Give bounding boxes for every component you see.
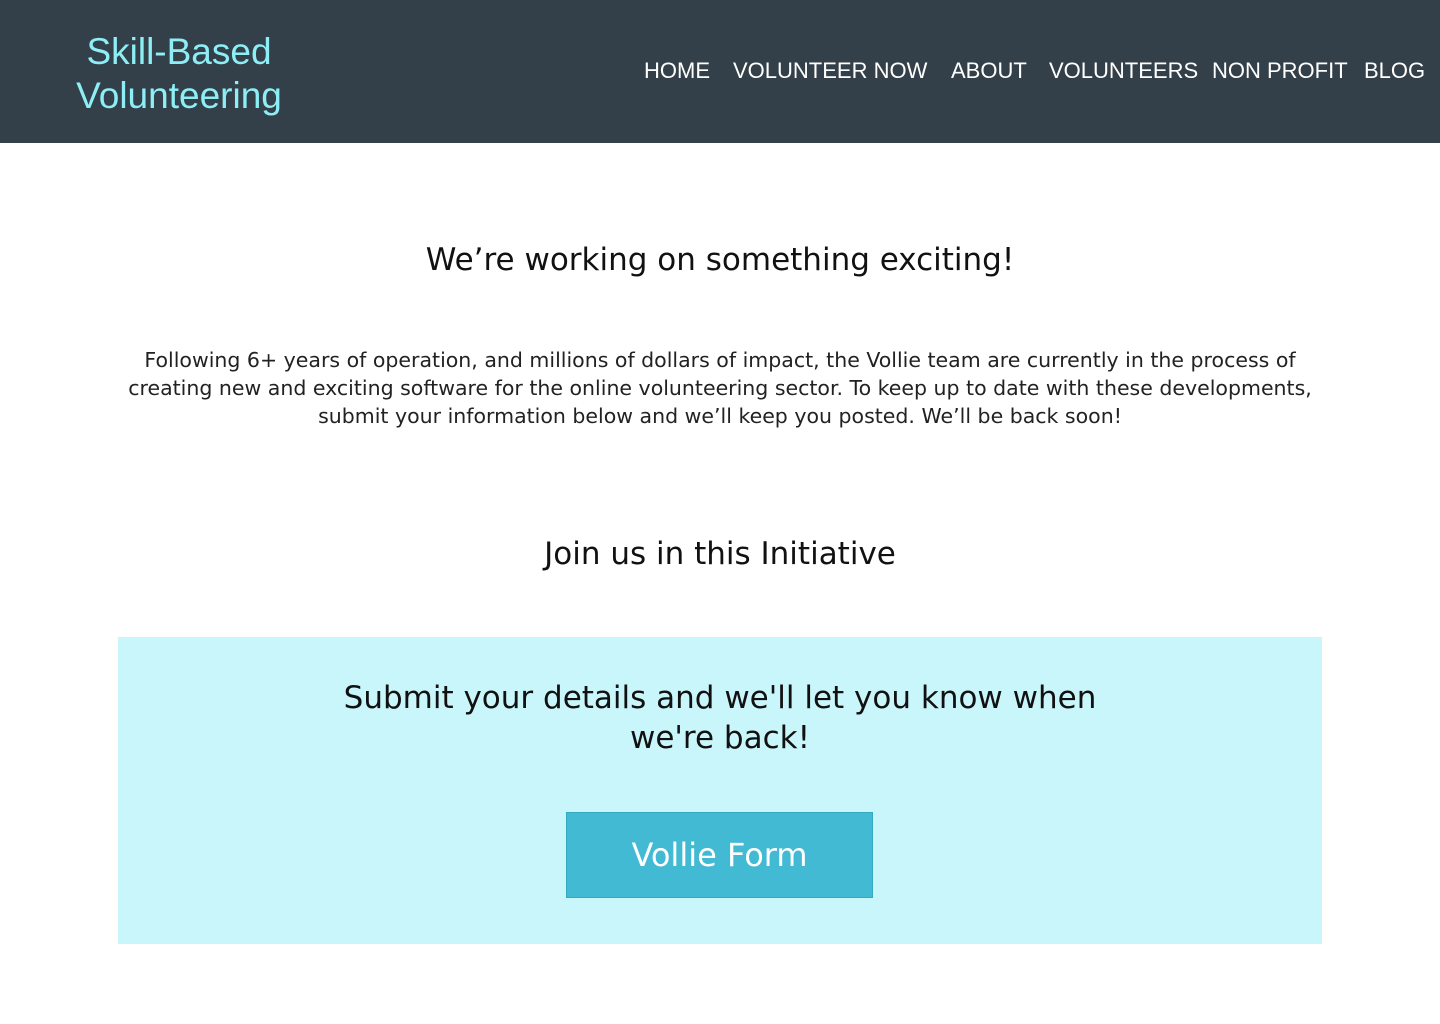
intro-line-3: submit your information below and we’ll … xyxy=(318,404,1122,428)
nav-item-volunteers[interactable]: VOLUNTEERS xyxy=(1049,56,1198,86)
signup-prompt-line-1: Submit your details and we'll let you kn… xyxy=(343,680,1097,716)
signup-panel: Submit your details and we'll let you kn… xyxy=(118,637,1322,944)
join-heading: Join us in this Initiative xyxy=(544,536,896,572)
nav-item-non-profit[interactable]: NON PROFIT xyxy=(1212,56,1348,86)
page-headline: We’re working on something exciting! xyxy=(425,242,1015,278)
nav-item-blog[interactable]: BLOG xyxy=(1364,56,1425,86)
signup-prompt-line-2: we're back! xyxy=(629,720,811,756)
nav-item-about[interactable]: ABOUT xyxy=(951,56,1027,86)
nav-item-volunteer-now[interactable]: VOLUNTEER NOW xyxy=(733,56,927,86)
main-nav: HOME VOLUNTEER NOW ABOUT VOLUNTEERS NON … xyxy=(0,56,1440,86)
site-header: Skill-Based Volunteering HOME VOLUNTEER … xyxy=(0,0,1440,143)
vollie-form-button[interactable]: Vollie Form xyxy=(566,812,873,898)
intro-paragraph: Following 6+ years of operation, and mil… xyxy=(78,346,1362,430)
nav-item-home[interactable]: HOME xyxy=(644,56,710,86)
intro-line-1: Following 6+ years of operation, and mil… xyxy=(144,348,1296,372)
signup-prompt: Submit your details and we'll let you kn… xyxy=(308,678,1132,758)
intro-line-2: creating new and exciting software for t… xyxy=(128,376,1312,400)
